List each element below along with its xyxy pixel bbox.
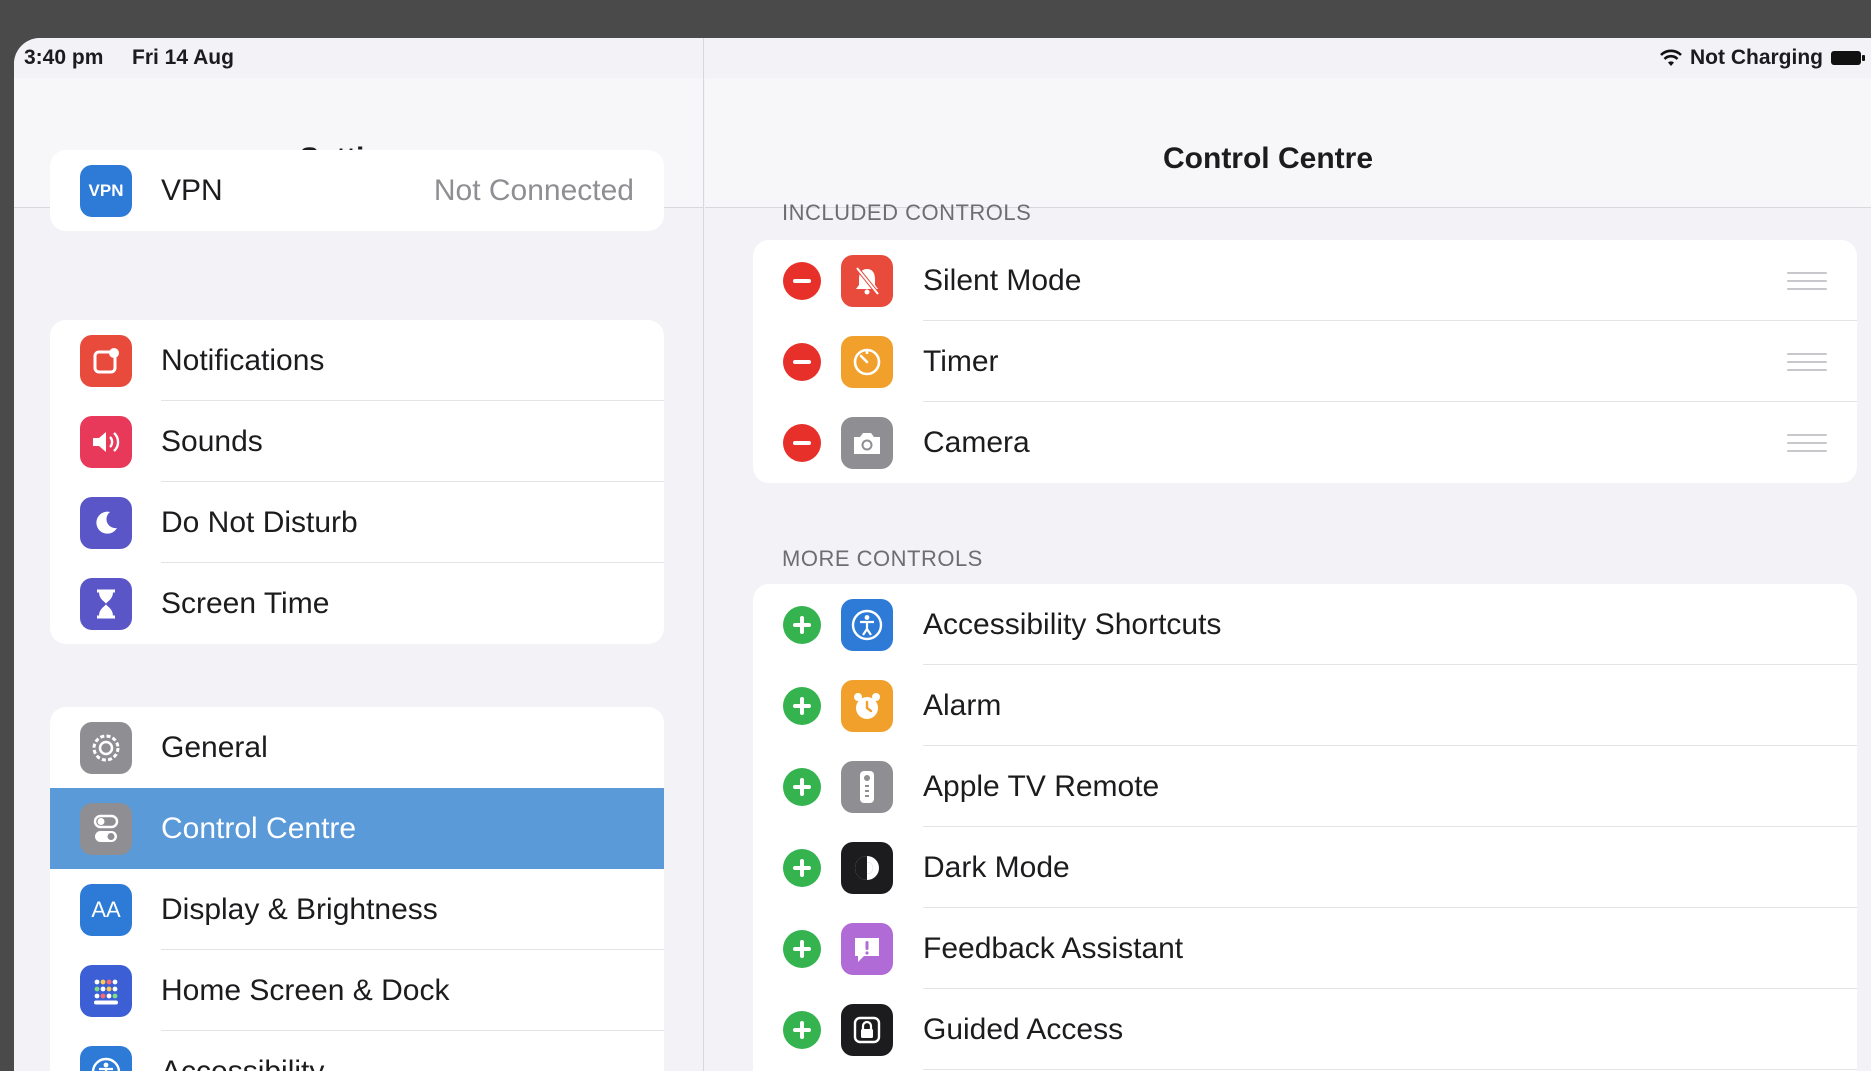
control-label: Silent Mode [923, 263, 1082, 297]
control-label: Feedback Assistant [923, 931, 1184, 965]
control-label: Guided Access [923, 1012, 1124, 1046]
remove-button[interactable] [783, 423, 821, 462]
included-controls-header: INCLUDED CONTROLS [782, 200, 1032, 225]
sidebar-item-label: Notifications [161, 343, 325, 377]
page-title: Control Centre [1163, 142, 1373, 175]
main-header: Control Centre [705, 78, 1871, 208]
sidebar-item-label: General [161, 730, 268, 764]
bell-slash-icon [841, 254, 893, 307]
add-button[interactable] [783, 605, 821, 644]
sidebar-item-label: Do Not Disturb [161, 505, 358, 539]
sidebar-item-label: Home Screen & Dock [161, 973, 450, 1007]
sidebar-item-screen-time[interactable]: Screen Time [50, 563, 664, 644]
sidebar-item-notifications[interactable]: Notifications [50, 320, 664, 401]
sidebar-item-vpn[interactable]: VPN VPN Not Connected [50, 150, 664, 231]
sidebar-group-network: VPN VPN Not Connected [50, 150, 664, 231]
control-row-alarm[interactable]: Alarm [753, 665, 1857, 746]
sidebar-item-label: Display & Brightness [161, 892, 438, 926]
status-time: 3:40 pm [24, 46, 104, 69]
add-button[interactable] [783, 686, 821, 725]
feedback-icon [841, 922, 893, 975]
moon-icon [80, 496, 132, 549]
sidebar-group-system: General Control Centre AA Display & Brig… [50, 707, 664, 1071]
included-controls-list: Silent Mode Timer Camera [753, 240, 1857, 483]
toggles-icon [80, 802, 132, 855]
timer-icon [841, 335, 893, 388]
tv-remote-icon [841, 760, 893, 813]
camera-icon [841, 416, 893, 469]
control-label: Dark Mode [923, 850, 1070, 884]
sidebar-item-label: Control Centre [161, 811, 357, 845]
more-controls-header: MORE CONTROLS [782, 546, 983, 571]
control-row-dark-mode[interactable]: Dark Mode [753, 827, 1857, 908]
control-row-timer[interactable]: Timer [753, 321, 1857, 402]
sidebar-item-accessibility[interactable]: Accessibility [50, 1031, 664, 1071]
hourglass-icon [80, 577, 132, 630]
add-button[interactable] [783, 848, 821, 887]
sidebar-group-alerts: Notifications Sounds Do Not Disturb Scre… [50, 320, 664, 644]
row-divider [923, 1069, 1857, 1070]
gear-icon [80, 721, 132, 774]
control-row-apple-tv-remote[interactable]: Apple TV Remote [753, 746, 1857, 827]
reorder-handle[interactable] [1787, 433, 1827, 452]
sidebar-item-label: Accessibility [161, 1054, 325, 1071]
wifi-icon [1660, 49, 1682, 66]
more-controls-list: Accessibility Shortcuts Alarm Apple TV R… [753, 584, 1857, 1071]
sidebar-item-sounds[interactable]: Sounds [50, 401, 664, 482]
reorder-handle[interactable] [1787, 352, 1827, 371]
display-icon: AA [80, 883, 132, 936]
control-label: Accessibility Shortcuts [923, 607, 1222, 641]
control-row-accessibility-shortcuts[interactable]: Accessibility Shortcuts [753, 584, 1857, 665]
sidebar-item-display-brightness[interactable]: AA Display & Brightness [50, 869, 664, 950]
control-row-camera[interactable]: Camera [753, 402, 1857, 483]
sidebar-item-do-not-disturb[interactable]: Do Not Disturb [50, 482, 664, 563]
sidebar-item-general[interactable]: General [50, 707, 664, 788]
control-row-silent-mode[interactable]: Silent Mode [753, 240, 1857, 321]
control-label: Alarm [923, 688, 1002, 722]
control-label: Apple TV Remote [923, 769, 1160, 803]
control-label: Timer [923, 344, 999, 378]
vpn-icon: VPN [80, 164, 132, 217]
dark-mode-icon [841, 841, 893, 894]
control-centre-pane: Control Centre INCLUDED CONTROLS Silent … [705, 38, 1871, 1071]
alarm-clock-icon [841, 679, 893, 732]
home-grid-icon [80, 964, 132, 1017]
control-row-guided-access[interactable]: Guided Access [753, 989, 1857, 1070]
accessibility-icon [841, 598, 893, 651]
control-label: Camera [923, 425, 1030, 459]
remove-button[interactable] [783, 342, 821, 381]
sidebar-item-label: Sounds [161, 424, 263, 458]
status-bar: 3:40 pm Fri 14 Aug Not Charging [14, 38, 1871, 78]
sounds-icon [80, 415, 132, 468]
vpn-status-value: Not Connected [433, 173, 634, 207]
sidebar-item-home-screen-dock[interactable]: Home Screen & Dock [50, 950, 664, 1031]
add-button[interactable] [783, 929, 821, 968]
settings-sidebar: Settings VPN VPN Not Connected Notificat… [14, 38, 704, 1071]
remove-button[interactable] [783, 261, 821, 300]
ipad-screen: 3:40 pm Fri 14 Aug Not Charging Settings… [14, 38, 1871, 1071]
sidebar-item-label: VPN [161, 173, 223, 207]
lock-icon [841, 1003, 893, 1056]
add-button[interactable] [783, 1010, 821, 1049]
reorder-handle[interactable] [1787, 271, 1827, 290]
sidebar-item-label: Screen Time [161, 586, 330, 620]
sidebar-item-control-centre[interactable]: Control Centre [50, 788, 664, 869]
battery-icon [1831, 51, 1865, 65]
charging-status: Not Charging [1690, 46, 1823, 69]
notifications-icon [80, 334, 132, 387]
control-row-feedback-assistant[interactable]: Feedback Assistant [753, 908, 1857, 989]
add-button[interactable] [783, 767, 821, 806]
status-date: Fri 14 Aug [132, 46, 234, 69]
status-right: Not Charging [1660, 46, 1865, 70]
accessibility-icon [80, 1045, 132, 1071]
